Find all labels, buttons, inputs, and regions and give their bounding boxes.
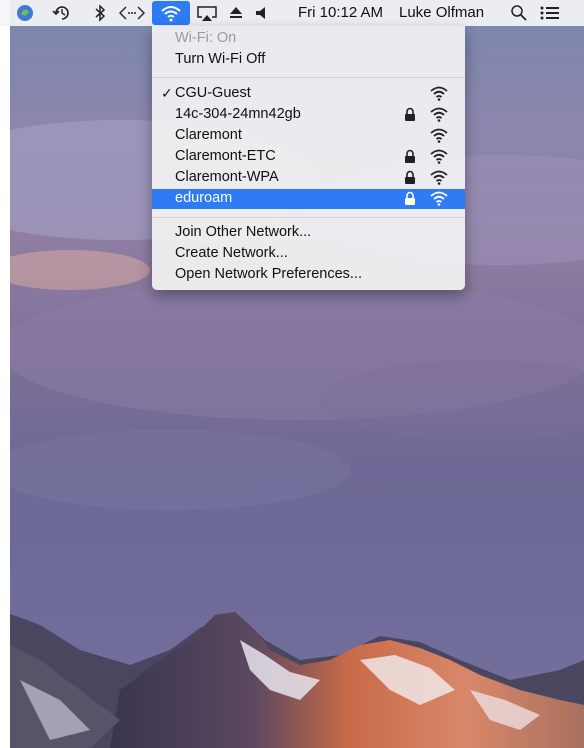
create-network-label: Create Network... bbox=[175, 245, 288, 261]
left-edge bbox=[0, 0, 10, 748]
menubar-clock[interactable]: Fri 10:12 AM bbox=[298, 4, 383, 21]
wifi-signal-icon bbox=[430, 169, 448, 189]
bluetooth-icon[interactable] bbox=[94, 0, 106, 26]
wifi-signal-icon bbox=[430, 127, 448, 147]
network-name: eduroam bbox=[175, 190, 233, 206]
network-item-claremont[interactable]: Claremont bbox=[152, 126, 465, 146]
menu-separator bbox=[152, 217, 465, 218]
join-other-network-item[interactable]: Join Other Network... bbox=[152, 223, 465, 243]
network-item-14c[interactable]: 14c-304-24mn42gb bbox=[152, 105, 465, 125]
spotlight-search-icon[interactable] bbox=[510, 0, 528, 26]
code-brackets-icon[interactable] bbox=[118, 0, 146, 26]
network-item-claremont-etc[interactable]: Claremont-ETC bbox=[152, 147, 465, 167]
network-name: Claremont-ETC bbox=[175, 148, 276, 164]
wifi-status-item: Wi-Fi: On bbox=[152, 29, 465, 49]
lock-icon bbox=[404, 191, 416, 210]
wifi-status-label: Wi-Fi: On bbox=[175, 30, 237, 46]
notification-center-icon[interactable] bbox=[540, 0, 560, 26]
wifi-signal-icon bbox=[430, 85, 448, 105]
eject-icon[interactable] bbox=[228, 0, 244, 26]
lock-icon bbox=[404, 170, 416, 189]
airplay-icon[interactable] bbox=[196, 0, 218, 26]
wifi-signal-icon bbox=[430, 106, 448, 126]
turn-wifi-off-item[interactable]: Turn Wi-Fi Off bbox=[152, 50, 465, 70]
lock-icon bbox=[404, 107, 416, 126]
open-network-preferences-item[interactable]: Open Network Preferences... bbox=[152, 265, 465, 285]
menu-bar: Fri 10:12 AM Luke Olfman bbox=[0, 0, 584, 26]
checkmark-icon: ✓ bbox=[161, 85, 173, 101]
network-item-eduroam[interactable]: eduroam bbox=[152, 189, 465, 209]
menubar-user[interactable]: Luke Olfman bbox=[399, 4, 484, 21]
lock-icon bbox=[404, 149, 416, 168]
network-item-claremont-wpa[interactable]: Claremont-WPA bbox=[152, 168, 465, 188]
wifi-dropdown-menu: Wi-Fi: On Turn Wi-Fi Off ✓ CGU-Guest 14c… bbox=[152, 26, 465, 290]
wifi-signal-icon bbox=[430, 190, 448, 210]
network-item-cgu-guest[interactable]: ✓ CGU-Guest bbox=[152, 84, 465, 104]
create-network-item[interactable]: Create Network... bbox=[152, 244, 465, 264]
menu-separator bbox=[152, 77, 465, 78]
network-name: Claremont bbox=[175, 127, 242, 143]
turn-wifi-off-label: Turn Wi-Fi Off bbox=[175, 51, 266, 67]
network-name: CGU-Guest bbox=[175, 85, 251, 101]
network-name: Claremont-WPA bbox=[175, 169, 279, 185]
open-network-preferences-label: Open Network Preferences... bbox=[175, 266, 362, 282]
wifi-menu-icon[interactable] bbox=[152, 1, 190, 25]
app-status-icon[interactable] bbox=[16, 0, 34, 26]
join-other-network-label: Join Other Network... bbox=[175, 224, 312, 240]
network-name: 14c-304-24mn42gb bbox=[175, 106, 301, 122]
time-machine-icon[interactable] bbox=[52, 0, 72, 26]
wifi-signal-icon bbox=[430, 148, 448, 168]
volume-icon[interactable] bbox=[254, 0, 270, 26]
